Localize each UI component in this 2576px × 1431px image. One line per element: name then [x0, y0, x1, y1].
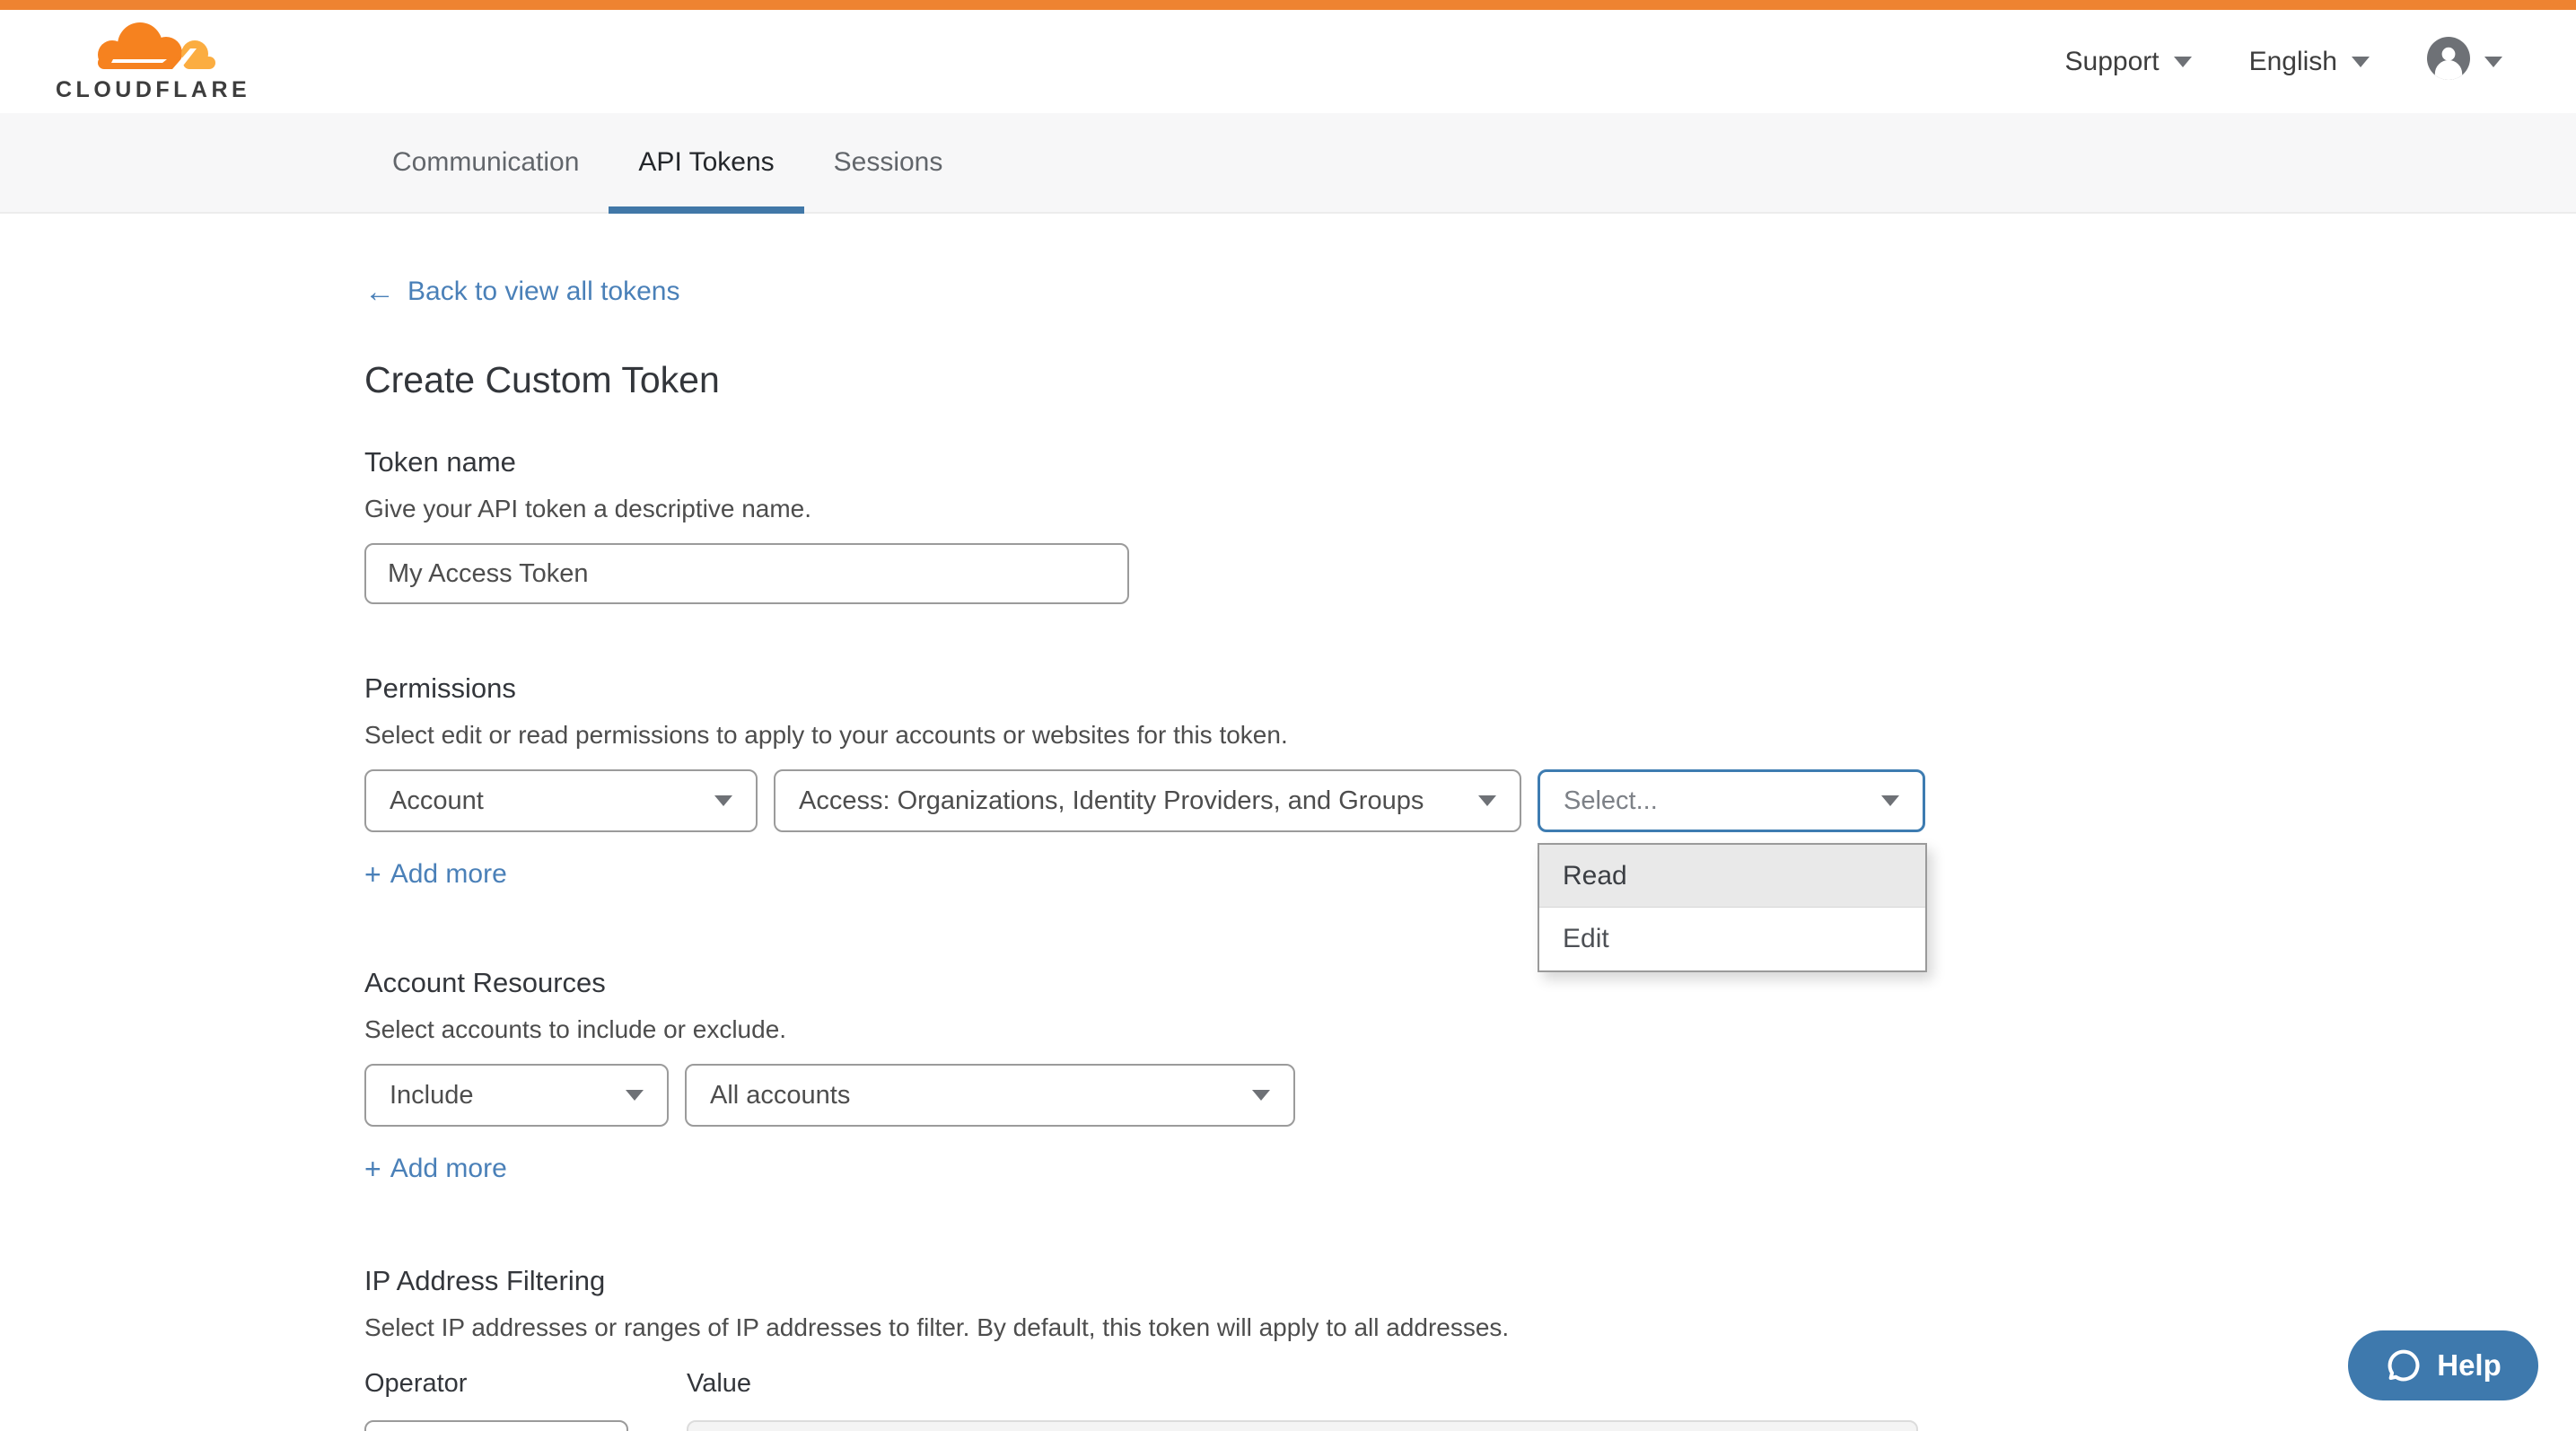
permission-level-select[interactable]: Select... — [1538, 769, 1925, 832]
permissions-section: Permissions Select edit or read permissi… — [364, 672, 2576, 890]
tab-sessions[interactable]: Sessions — [804, 113, 973, 212]
ip-filtering-section: IP Address Filtering Select IP addresses… — [364, 1265, 2576, 1431]
operator-label: Operator — [364, 1369, 644, 1399]
chevron-down-icon — [1881, 795, 1899, 806]
ip-field-labels: Operator Value — [364, 1369, 2576, 1399]
ip-filtering-heading: IP Address Filtering — [364, 1265, 2576, 1297]
menu-option-read[interactable]: Read — [1539, 845, 1925, 908]
chevron-down-icon — [1478, 795, 1496, 806]
language-menu[interactable]: English — [2249, 47, 2370, 77]
tab-api-tokens[interactable]: API Tokens — [609, 113, 803, 212]
permissions-description: Select edit or read permissions to apply… — [364, 721, 2576, 750]
resource-accounts-value: All accounts — [710, 1081, 850, 1111]
tab-communication[interactable]: Communication — [363, 113, 609, 212]
cloudflare-wordmark: CLOUDFLARE — [56, 77, 250, 103]
profile-tabs: Communication API Tokens Sessions — [0, 113, 2576, 214]
back-arrow-icon: ← — [364, 277, 395, 307]
account-resources-section: Account Resources Select accounts to inc… — [364, 967, 2576, 1184]
resource-accounts-select[interactable]: All accounts — [685, 1064, 1295, 1127]
permission-group-value: Access: Organizations, Identity Provider… — [799, 786, 1424, 816]
resource-mode-value: Include — [390, 1081, 474, 1111]
help-button-label: Help — [2437, 1348, 2502, 1383]
chevron-down-icon — [2484, 57, 2502, 67]
help-button[interactable]: Help — [2348, 1330, 2538, 1400]
cloudflare-logo[interactable]: CLOUDFLARE — [56, 21, 250, 103]
header: CLOUDFLARE Support English — [0, 10, 2576, 113]
main-content: ← Back to view all tokens Create Custom … — [0, 214, 2576, 1431]
permission-scope-value: Account — [390, 786, 484, 816]
back-to-tokens-link[interactable]: ← Back to view all tokens — [364, 277, 679, 307]
cloudflare-cloud-icon — [79, 21, 228, 75]
permissions-add-more-label: Add more — [390, 859, 507, 890]
support-menu[interactable]: Support — [2065, 47, 2192, 77]
back-link-label: Back to view all tokens — [407, 277, 679, 307]
resources-add-more-link[interactable]: + Add more — [364, 1154, 507, 1184]
ip-operator-select[interactable]: Select... — [364, 1420, 628, 1431]
account-resources-heading: Account Resources — [364, 967, 2576, 999]
chevron-down-icon — [626, 1090, 644, 1101]
permission-group-select[interactable]: Access: Organizations, Identity Provider… — [774, 769, 1521, 832]
token-name-heading: Token name — [364, 446, 2576, 478]
chevron-down-icon — [1252, 1090, 1270, 1101]
support-menu-label: Support — [2065, 47, 2160, 77]
language-menu-label: English — [2249, 47, 2337, 77]
token-name-description: Give your API token a descriptive name. — [364, 495, 2576, 523]
chat-bubble-icon — [2385, 1347, 2423, 1384]
permission-level-value: Select... — [1564, 786, 1658, 816]
page-title: Create Custom Token — [364, 359, 2576, 401]
account-resources-description: Select accounts to include or exclude. — [364, 1015, 2576, 1044]
plus-icon: + — [364, 860, 381, 889]
token-name-section: Token name Give your API token a descrip… — [364, 446, 2576, 604]
ip-value-input[interactable] — [687, 1420, 1918, 1431]
resource-mode-select[interactable]: Include — [364, 1064, 669, 1127]
menu-option-edit[interactable]: Edit — [1539, 908, 1925, 970]
token-name-input[interactable] — [364, 543, 1129, 604]
resources-add-more-label: Add more — [390, 1154, 507, 1184]
permission-scope-select[interactable]: Account — [364, 769, 758, 832]
ip-filtering-description: Select IP addresses or ranges of IP addr… — [364, 1313, 2576, 1342]
permission-level-wrap: Select... Read Edit — [1538, 769, 1925, 832]
permissions-heading: Permissions — [364, 672, 2576, 705]
account-resources-row: Include All accounts — [364, 1064, 2576, 1127]
account-menu[interactable] — [2427, 37, 2502, 87]
value-label: Value — [687, 1369, 751, 1399]
plus-icon: + — [364, 1154, 381, 1183]
chevron-down-icon — [2352, 57, 2370, 67]
permissions-add-more-link[interactable]: + Add more — [364, 859, 507, 890]
permissions-row: Account Access: Organizations, Identity … — [364, 769, 2576, 832]
brand-accent-bar — [0, 0, 2576, 10]
ip-filtering-row: Select... — [364, 1420, 2576, 1431]
permission-level-menu: Read Edit — [1538, 843, 1927, 972]
chevron-down-icon — [714, 795, 732, 806]
header-actions: Support English — [2065, 37, 2502, 87]
chevron-down-icon — [2174, 57, 2192, 67]
user-avatar-icon — [2427, 37, 2470, 87]
